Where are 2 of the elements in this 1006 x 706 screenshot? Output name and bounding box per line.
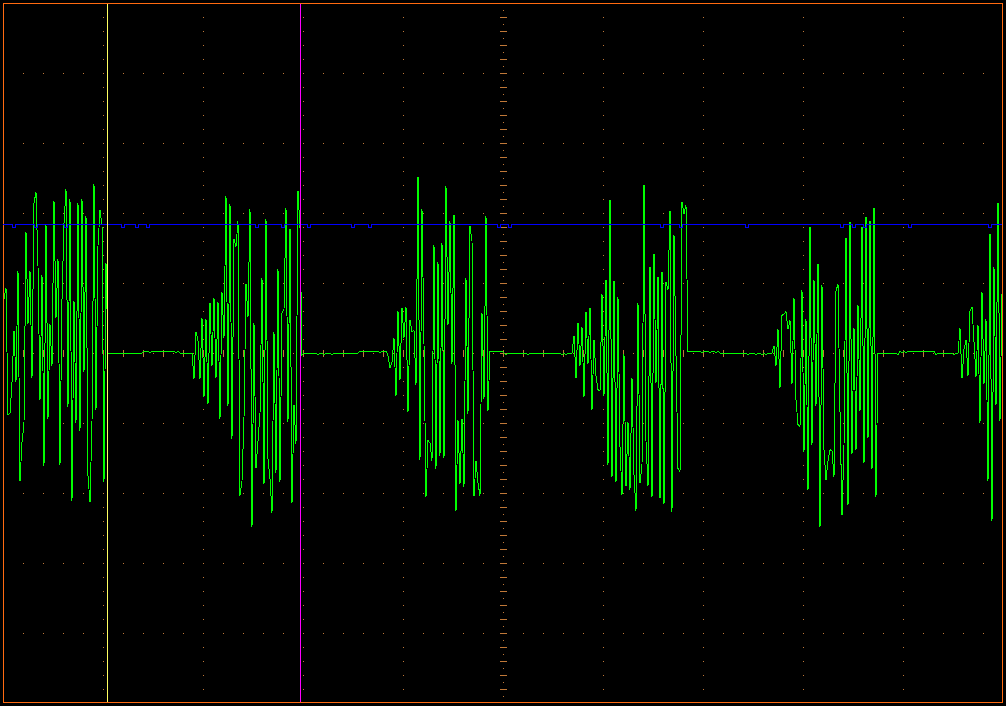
cursor-line[interactable] <box>300 4 301 702</box>
cursor-line[interactable] <box>107 4 108 702</box>
